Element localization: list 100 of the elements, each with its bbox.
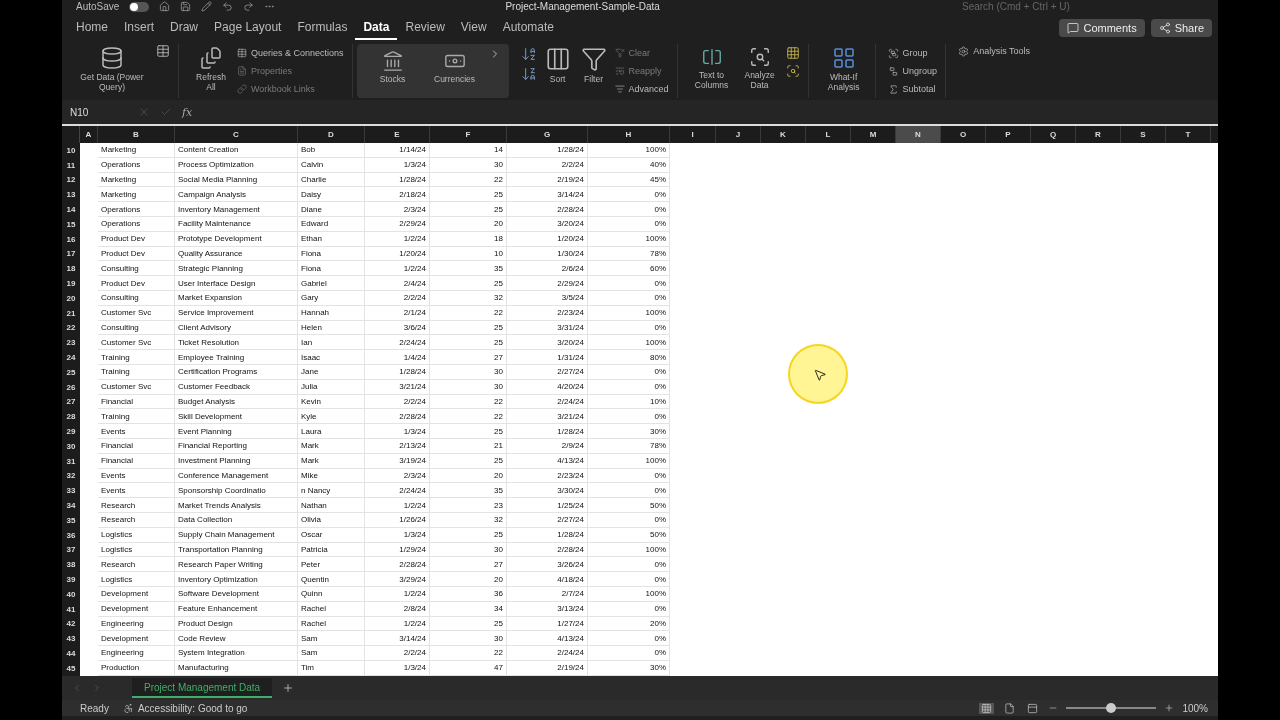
table-cell: Quentin — [298, 572, 365, 587]
table-cell: 14 — [430, 143, 507, 158]
row-header[interactable]: 38 — [62, 557, 80, 573]
menu-tab[interactable]: Formulas — [289, 16, 356, 40]
table-cell: Financial Reporting — [175, 438, 298, 454]
row-header[interactable]: 44 — [62, 646, 80, 661]
row-header[interactable]: 23 — [62, 335, 80, 351]
search-field[interactable]: Search (Cmd + Ctrl + U) — [958, 0, 1138, 12]
row-header[interactable]: 18 — [62, 261, 80, 277]
table-cell: 30 — [430, 364, 507, 380]
table-cell: 0% — [588, 320, 670, 336]
table-cell: Inventory Optimization — [175, 572, 298, 587]
view-button[interactable] — [979, 702, 995, 714]
table-cell: Process Optimization — [175, 157, 298, 173]
row-header[interactable]: 19 — [62, 276, 80, 291]
menu-tab[interactable]: Review — [397, 16, 453, 40]
sort-ascending-button[interactable] — [520, 46, 537, 62]
row-header[interactable]: 10 — [62, 143, 80, 158]
ribbon-command[interactable]: Advanced — [614, 82, 669, 96]
table-cell: Sponsorship Coordinatio — [175, 483, 298, 499]
table-cell: 1/2/24 — [365, 616, 430, 632]
ribbon-command[interactable]: Queries & Connections — [237, 46, 344, 60]
row-header[interactable]: 33 — [62, 483, 80, 499]
table-cell: 78% — [588, 438, 670, 454]
accessibility-status[interactable]: Accessibility: Good to go — [137, 702, 248, 714]
plus-icon — [282, 682, 295, 694]
outline-command[interactable]: Group — [887, 46, 938, 60]
home-icon — [159, 1, 171, 12]
table-cell: 30% — [588, 660, 670, 676]
comments-button[interactable]: Comments — [1059, 19, 1145, 37]
menu-tab[interactable]: Draw — [162, 16, 207, 40]
menu-tab[interactable]: Page Layout — [206, 16, 290, 40]
menu-tab[interactable]: Insert — [116, 16, 163, 40]
outline-command[interactable]: Ungroup — [887, 64, 938, 78]
table-cell: 1/28/24 — [507, 424, 588, 439]
column-header[interactable]: N — [896, 126, 941, 143]
get-data-button[interactable]: Get Data (Power Query) — [74, 44, 150, 94]
analyze-data-button[interactable]: Analyze Data — [739, 44, 780, 92]
table-cell: 30 — [430, 631, 507, 647]
refresh-all-button[interactable]: Refresh All — [191, 44, 231, 94]
table-cell: Market Trends Analysis — [175, 498, 298, 513]
row-header[interactable]: 39 — [62, 572, 80, 587]
autosave-label: AutoSave — [76, 1, 120, 12]
table-cell: 27 — [430, 557, 507, 573]
outline-command[interactable]: Subtotal — [887, 82, 938, 96]
table-cell: 0% — [588, 483, 670, 499]
table-cell: 3/5/24 — [507, 290, 588, 306]
table-cell: Peter — [298, 557, 365, 573]
table-cell: 32 — [430, 512, 507, 528]
table-cell: 0% — [588, 379, 670, 395]
filter-button[interactable]: Filter — [578, 44, 609, 86]
table-cell: 1/26/24 — [365, 512, 430, 528]
table-cell: Mark — [298, 453, 365, 469]
what-if-table-icon — [831, 46, 856, 70]
sheet-tab[interactable]: Project Management Data — [132, 678, 273, 698]
menu-tab[interactable]: Home — [68, 16, 116, 40]
row-header[interactable]: 13 — [62, 187, 80, 203]
data-type-button[interactable]: Currencies — [426, 48, 483, 86]
table-cell: Gabriel — [298, 276, 365, 291]
what-if-analysis-button[interactable]: What-If Analysis — [820, 44, 867, 94]
row-header[interactable]: 28 — [62, 409, 80, 425]
table-cell: n Nancy — [298, 483, 365, 499]
menu-tab[interactable]: View — [452, 16, 495, 40]
sort-descending-button[interactable] — [520, 66, 537, 82]
row-header[interactable]: 43 — [62, 631, 80, 647]
table-cell: 100% — [588, 305, 670, 321]
row-header[interactable]: 29 — [62, 424, 80, 439]
zoom-slider-thumb[interactable] — [1106, 703, 1117, 713]
menu-tab[interactable]: Data — [355, 16, 398, 40]
table-cell: 25 — [430, 424, 507, 439]
autosave-toggle[interactable] — [129, 2, 150, 12]
table-cell: Marketing — [98, 187, 175, 203]
table-cell: Marketing — [98, 172, 175, 188]
row-header[interactable]: 14 — [62, 202, 80, 217]
function-label[interactable]: fx — [182, 105, 193, 119]
table-cell: 2/7/24 — [507, 586, 588, 602]
table-cell: 2/19/24 — [507, 660, 588, 676]
share-button[interactable]: Share — [1150, 19, 1212, 37]
table-cell: 1/27/24 — [507, 616, 588, 632]
table-cell: 25 — [430, 320, 507, 336]
analysis-tools-button[interactable]: Analysis Tools — [958, 44, 1030, 58]
row-header[interactable]: 34 — [62, 498, 80, 513]
table-cell: 2/24/24 — [365, 335, 430, 351]
table-cell: Research Paper Writing — [175, 557, 298, 573]
table-button[interactable] — [156, 44, 170, 58]
table-cell: Events — [98, 424, 175, 439]
zoom-level: 100% — [1182, 702, 1208, 714]
menu-tab[interactable]: Automate — [494, 16, 562, 40]
data-type-button[interactable]: Stocks — [364, 48, 421, 86]
table-cell: Gary — [298, 290, 365, 306]
data-tool-button[interactable] — [785, 64, 800, 78]
name-box[interactable]: N10 — [68, 105, 128, 119]
sort-button[interactable]: Sort — [542, 44, 573, 86]
table-cell: 22 — [430, 305, 507, 321]
add-sheet-button[interactable] — [282, 682, 295, 694]
data-tool-button[interactable] — [785, 46, 800, 60]
text-to-columns-button[interactable]: Text to Columns — [689, 44, 734, 92]
row-header[interactable]: 24 — [62, 350, 80, 365]
table-cell: 0% — [588, 601, 670, 617]
table-cell: 47 — [430, 660, 507, 676]
